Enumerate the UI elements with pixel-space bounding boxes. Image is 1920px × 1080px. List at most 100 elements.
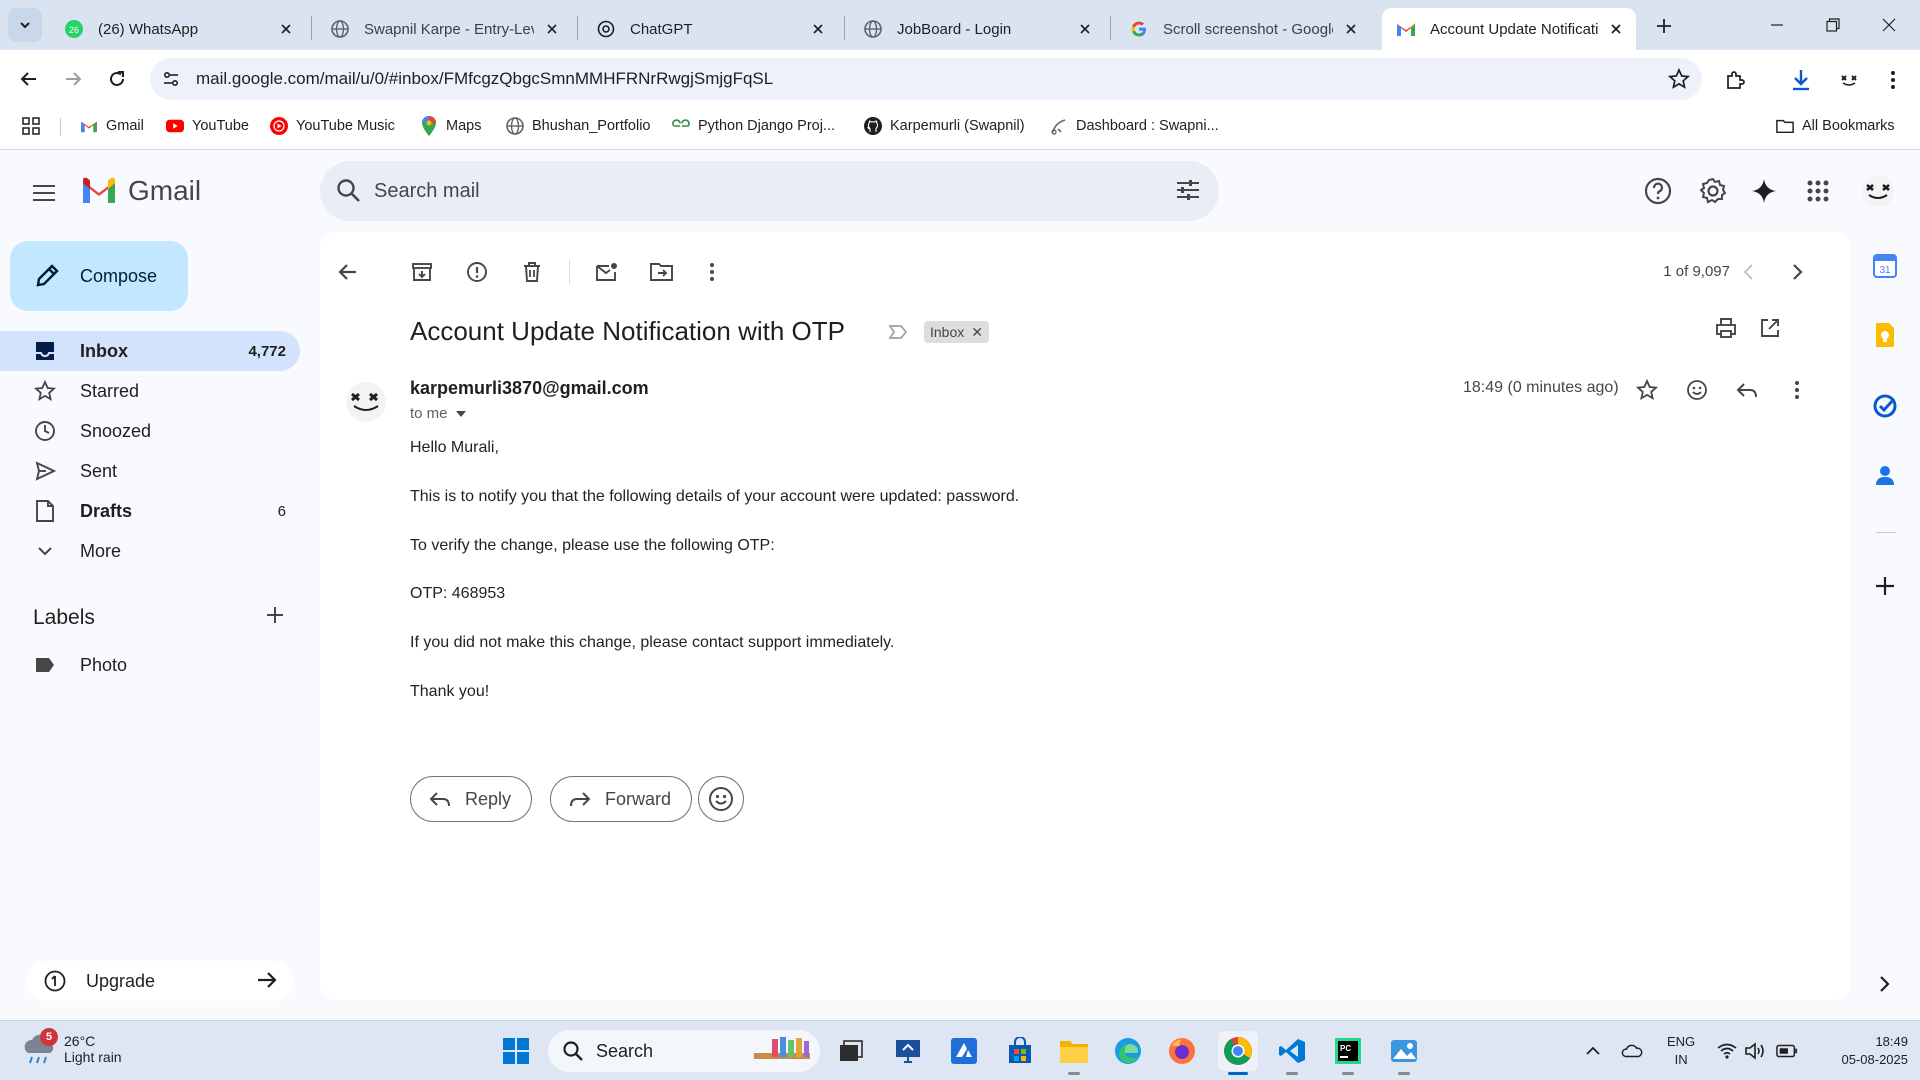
address-bar[interactable]: mail.google.com/mail/u/0/#inbox/FMfcgzQb… — [150, 58, 1702, 100]
main-menu-button[interactable] — [26, 175, 62, 211]
search-input[interactable] — [374, 175, 1134, 207]
bookmark-dashboard[interactable]: Dashboard : Swapni... — [1050, 114, 1219, 138]
weather-widget[interactable]: 5 26°C Light rain — [20, 1028, 122, 1067]
sidebar-item-starred[interactable]: Starred — [0, 371, 300, 411]
close-icon[interactable] — [542, 19, 562, 39]
tray-wifi[interactable] — [1716, 1040, 1738, 1062]
taskbar-pycharm[interactable]: PC — [1328, 1031, 1368, 1075]
newer-button[interactable] — [1732, 256, 1764, 288]
task-view-button[interactable] — [831, 1031, 871, 1071]
extensions-button[interactable] — [1718, 63, 1752, 97]
open-new-window-button[interactable] — [1754, 312, 1786, 344]
url-text[interactable]: mail.google.com/mail/u/0/#inbox/FMfcgzQb… — [196, 69, 773, 89]
sender-email[interactable]: karpemurli3870@gmail.com — [410, 378, 649, 399]
tab-search-button[interactable] — [8, 8, 42, 42]
bookmark-youtube-music[interactable]: YouTube Music — [270, 114, 395, 138]
bookmark-youtube[interactable]: YouTube — [166, 114, 249, 138]
keep-app-button[interactable] — [1870, 320, 1900, 350]
profile-avatar[interactable] — [1832, 63, 1866, 97]
taskbar-chrome[interactable] — [1218, 1031, 1258, 1075]
taskbar-search[interactable]: Search — [548, 1030, 820, 1072]
close-icon[interactable] — [1341, 19, 1361, 39]
close-icon[interactable] — [1075, 19, 1095, 39]
taskbar-app-azure[interactable] — [944, 1031, 984, 1071]
account-avatar[interactable] — [1860, 173, 1896, 209]
reply-button[interactable]: Reply — [410, 776, 533, 822]
site-info-icon[interactable] — [160, 68, 182, 90]
back-to-inbox-button[interactable] — [332, 256, 364, 288]
search-options-icon[interactable] — [1175, 177, 1201, 203]
add-reaction-button[interactable] — [1682, 375, 1712, 405]
taskbar-app-store[interactable] — [1000, 1031, 1040, 1071]
move-to-button[interactable] — [646, 256, 678, 288]
delete-button[interactable] — [516, 256, 548, 288]
compose-button[interactable]: Compose — [10, 241, 188, 311]
tray-battery[interactable] — [1776, 1040, 1798, 1062]
taskbar-photos[interactable] — [1384, 1031, 1424, 1075]
taskbar-app-remote[interactable] — [888, 1031, 928, 1071]
sidebar-item-drafts[interactable]: Drafts 6 — [0, 491, 300, 531]
tab-whatsapp[interactable]: 26 (26) WhatsApp — [50, 8, 306, 50]
older-button[interactable] — [1782, 256, 1814, 288]
settings-button[interactable] — [1695, 173, 1731, 209]
google-apps-button[interactable] — [1800, 173, 1836, 209]
gemini-button[interactable] — [1746, 173, 1782, 209]
input-language[interactable]: ENG IN — [1667, 1033, 1695, 1069]
reload-button[interactable] — [100, 62, 134, 96]
close-icon[interactable] — [808, 19, 828, 39]
bookmark-bhushan-portfolio[interactable]: Bhushan_Portfolio — [506, 114, 651, 138]
inbox-label-chip[interactable]: Inbox ✕ — [924, 321, 989, 343]
back-button[interactable] — [12, 62, 46, 96]
create-label-button[interactable] — [266, 606, 284, 624]
hide-side-panel-button[interactable] — [1870, 969, 1900, 999]
search-bar[interactable] — [320, 161, 1219, 221]
downloads-button[interactable] — [1784, 63, 1818, 97]
bookmark-github[interactable]: Karpemurli (Swapnil) — [864, 114, 1025, 138]
gmail-logo[interactable]: Gmail — [80, 175, 201, 207]
restore-button[interactable] — [1810, 8, 1856, 42]
taskbar-file-explorer[interactable] — [1054, 1031, 1094, 1075]
tasks-app-button[interactable] — [1870, 391, 1900, 421]
chrome-menu-button[interactable] — [1876, 63, 1910, 97]
forward-button[interactable]: Forward — [550, 776, 693, 822]
get-addons-button[interactable] — [1870, 571, 1900, 601]
sender-avatar[interactable] — [344, 380, 388, 424]
tab-chatgpt[interactable]: ChatGPT — [582, 8, 838, 50]
contacts-app-button[interactable] — [1870, 460, 1900, 490]
upgrade-button[interactable]: Upgrade — [26, 961, 294, 1001]
minimize-button[interactable] — [1754, 8, 1800, 42]
more-actions-button[interactable] — [696, 256, 728, 288]
tray-volume[interactable] — [1745, 1040, 1767, 1062]
calendar-app-button[interactable]: 31 — [1870, 251, 1900, 281]
sidebar-item-inbox[interactable]: Inbox 4,772 — [0, 331, 300, 371]
print-button[interactable] — [1710, 312, 1742, 344]
recipient-details[interactable]: to me — [410, 405, 466, 422]
message-more-button[interactable] — [1782, 375, 1812, 405]
sidebar-item-snoozed[interactable]: Snoozed — [0, 411, 300, 451]
sidebar-item-more[interactable]: More — [0, 531, 300, 571]
archive-button[interactable] — [406, 256, 438, 288]
apps-button[interactable] — [22, 114, 40, 138]
all-bookmarks-button[interactable]: All Bookmarks — [1776, 114, 1895, 138]
close-icon[interactable] — [1606, 19, 1626, 39]
close-icon[interactable] — [276, 19, 296, 39]
tray-overflow-button[interactable] — [1582, 1040, 1604, 1062]
bookmark-maps[interactable]: Maps — [420, 114, 481, 138]
label-item-photo[interactable]: Photo — [0, 645, 300, 685]
taskbar-firefox[interactable] — [1162, 1031, 1202, 1071]
bookmark-gmail[interactable]: Gmail — [80, 114, 144, 138]
support-button[interactable] — [1640, 173, 1676, 209]
bookmark-django-project[interactable]: Python Django Proj... — [672, 114, 835, 138]
importance-marker-icon[interactable] — [888, 324, 908, 340]
tab-gmail-active[interactable]: Account Update Notificati — [1382, 8, 1636, 50]
close-icon[interactable]: ✕ — [971, 324, 983, 341]
forward-button[interactable] — [56, 62, 90, 96]
star-button[interactable] — [1632, 375, 1662, 405]
report-spam-button[interactable] — [461, 256, 493, 288]
window-close-button[interactable] — [1866, 8, 1912, 42]
tab-google-search[interactable]: Scroll screenshot - Google — [1115, 8, 1371, 50]
system-clock[interactable]: 18:49 05-08-2025 — [1842, 1033, 1909, 1069]
tab-portfolio[interactable]: Swapnil Karpe - Entry-Leve — [316, 8, 572, 50]
search-icon[interactable] — [336, 178, 362, 204]
tray-onedrive[interactable] — [1621, 1040, 1643, 1062]
